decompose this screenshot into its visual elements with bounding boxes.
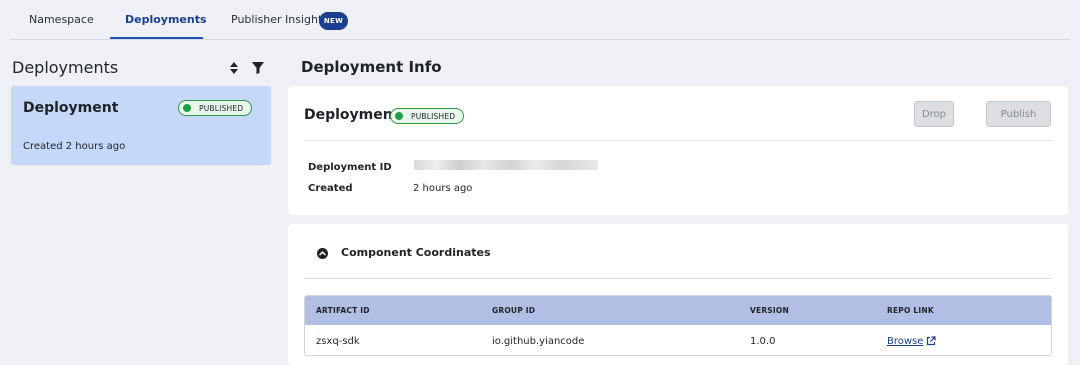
column-header-artifact-id: ARTIFACT ID [316, 306, 370, 315]
page-title: Deployment Info [301, 58, 442, 76]
deployment-title: Deployment [304, 107, 400, 123]
tab-deployments[interactable]: Deployments [125, 13, 207, 26]
external-link-icon[interactable] [926, 336, 936, 346]
deployments-heading: Deployments [12, 58, 119, 77]
publish-button[interactable]: Publish [986, 101, 1051, 127]
column-header-repo-link: REPO LINK [887, 306, 934, 315]
status-badge: PUBLISHED [390, 108, 465, 124]
column-header-group-id: GROUP ID [492, 306, 536, 315]
cell-version: 1.0.0 [750, 336, 776, 347]
drop-button[interactable]: Drop [914, 101, 954, 127]
status-badge-label: PUBLISHED [411, 111, 456, 121]
created-label: Created [308, 183, 353, 194]
divider [304, 278, 1052, 279]
created-value: 2 hours ago [413, 183, 473, 194]
deployment-info-panel: Deployment PUBLISHED Drop Publish Deploy… [288, 86, 1068, 215]
cell-group-id: io.github.yiancode [492, 336, 585, 347]
new-badge: NEW [319, 12, 348, 30]
status-badge-label: PUBLISHED [199, 103, 244, 113]
column-header-version: VERSION [750, 306, 789, 315]
browse-link[interactable]: Browse [887, 336, 923, 347]
coordinates-table: ARTIFACT ID GROUP ID VERSION REPO LINK z… [304, 295, 1052, 356]
component-coordinates-heading: Component Coordinates [341, 246, 491, 259]
cell-artifact-id: zsxq-sdk [316, 336, 360, 347]
deployment-card-title: Deployment [23, 100, 119, 116]
status-badge: PUBLISHED [178, 100, 253, 116]
divider [304, 140, 1052, 141]
table-header: ARTIFACT ID GROUP ID VERSION REPO LINK [305, 296, 1051, 325]
deployment-card-created: Created 2 hours ago [23, 141, 126, 152]
status-dot-icon [395, 112, 403, 120]
deployment-id-label: Deployment ID [308, 162, 392, 173]
tab-publisher-insights[interactable]: Publisher Insights [231, 13, 328, 26]
deployment-id-value-redacted [414, 160, 598, 170]
component-coordinates-panel: Component Coordinates ARTIFACT ID GROUP … [288, 224, 1068, 365]
status-dot-icon [183, 104, 191, 112]
deployment-list-item[interactable]: Deployment PUBLISHED Created 2 hours ago [11, 86, 271, 165]
tab-divider [10, 39, 1070, 40]
sort-icon[interactable] [229, 61, 239, 75]
tab-bar: Namespace Deployments Publisher Insights… [0, 0, 1080, 40]
tab-namespace[interactable]: Namespace [29, 13, 94, 26]
collapse-icon[interactable] [317, 248, 328, 259]
filter-icon[interactable] [252, 62, 264, 74]
